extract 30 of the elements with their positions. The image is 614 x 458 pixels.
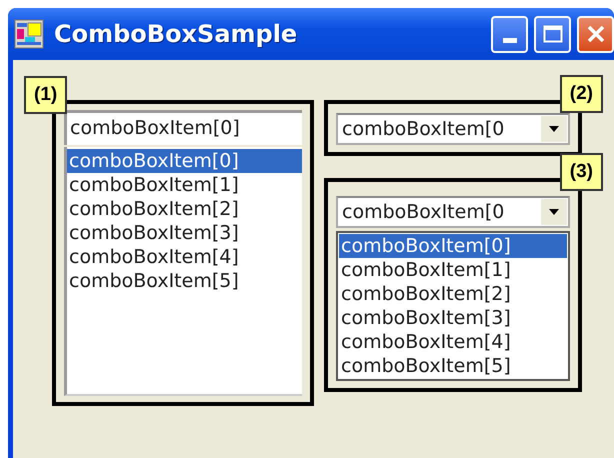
list-item[interactable]: comboBoxItem[2] [67,197,302,221]
list-item[interactable]: comboBoxItem[3] [339,306,567,330]
list-item[interactable]: comboBoxItem[4] [67,245,302,269]
list-item[interactable]: comboBoxItem[2] [339,282,567,306]
list-item[interactable]: comboBoxItem[5] [67,269,302,293]
dropdown-combo[interactable]: comboBoxItem[0 [336,196,570,228]
minimize-icon [502,38,516,44]
list-item[interactable]: comboBoxItem[0] [339,234,567,258]
list-box[interactable]: comboBoxItem[0] comboBoxItem[1] comboBoxItem[2] comboBoxItem[3] comboBoxItem[4] comboBoxItem[5] [336,231,570,381]
minimize-button[interactable] [491,16,528,52]
list-item[interactable]: comboBoxItem[1] [339,258,567,282]
list-item[interactable]: comboBoxItem[3] [67,221,302,245]
callout-label: (2) [560,75,603,113]
list-box[interactable]: comboBoxItem[0] comboBoxItem[1] comboBoxItem[2] comboBoxItem[3] comboBoxItem[4] comboBoxItem[5] [64,147,302,396]
callout-label: (1) [24,76,68,114]
combo-text-field[interactable]: comboBoxItem[0] [64,110,302,145]
close-button[interactable] [577,16,614,52]
maximize-icon [542,25,562,43]
app-icon [14,19,44,49]
list-item[interactable]: comboBoxItem[4] [339,330,567,354]
callout-label: (3) [560,153,603,191]
close-icon [586,24,606,44]
combo-value: comboBoxItem[0 [341,118,506,140]
combo-value: comboBoxItem[0 [341,201,506,223]
list-item[interactable]: comboBoxItem[0] [67,149,302,173]
list-item[interactable]: comboBoxItem[5] [339,354,567,378]
list-item[interactable]: comboBoxItem[1] [67,173,302,197]
window-title: ComboBoxSample [54,20,298,48]
dropdown-combo[interactable]: comboBoxItem[0 [336,113,570,145]
maximize-button[interactable] [534,16,571,52]
